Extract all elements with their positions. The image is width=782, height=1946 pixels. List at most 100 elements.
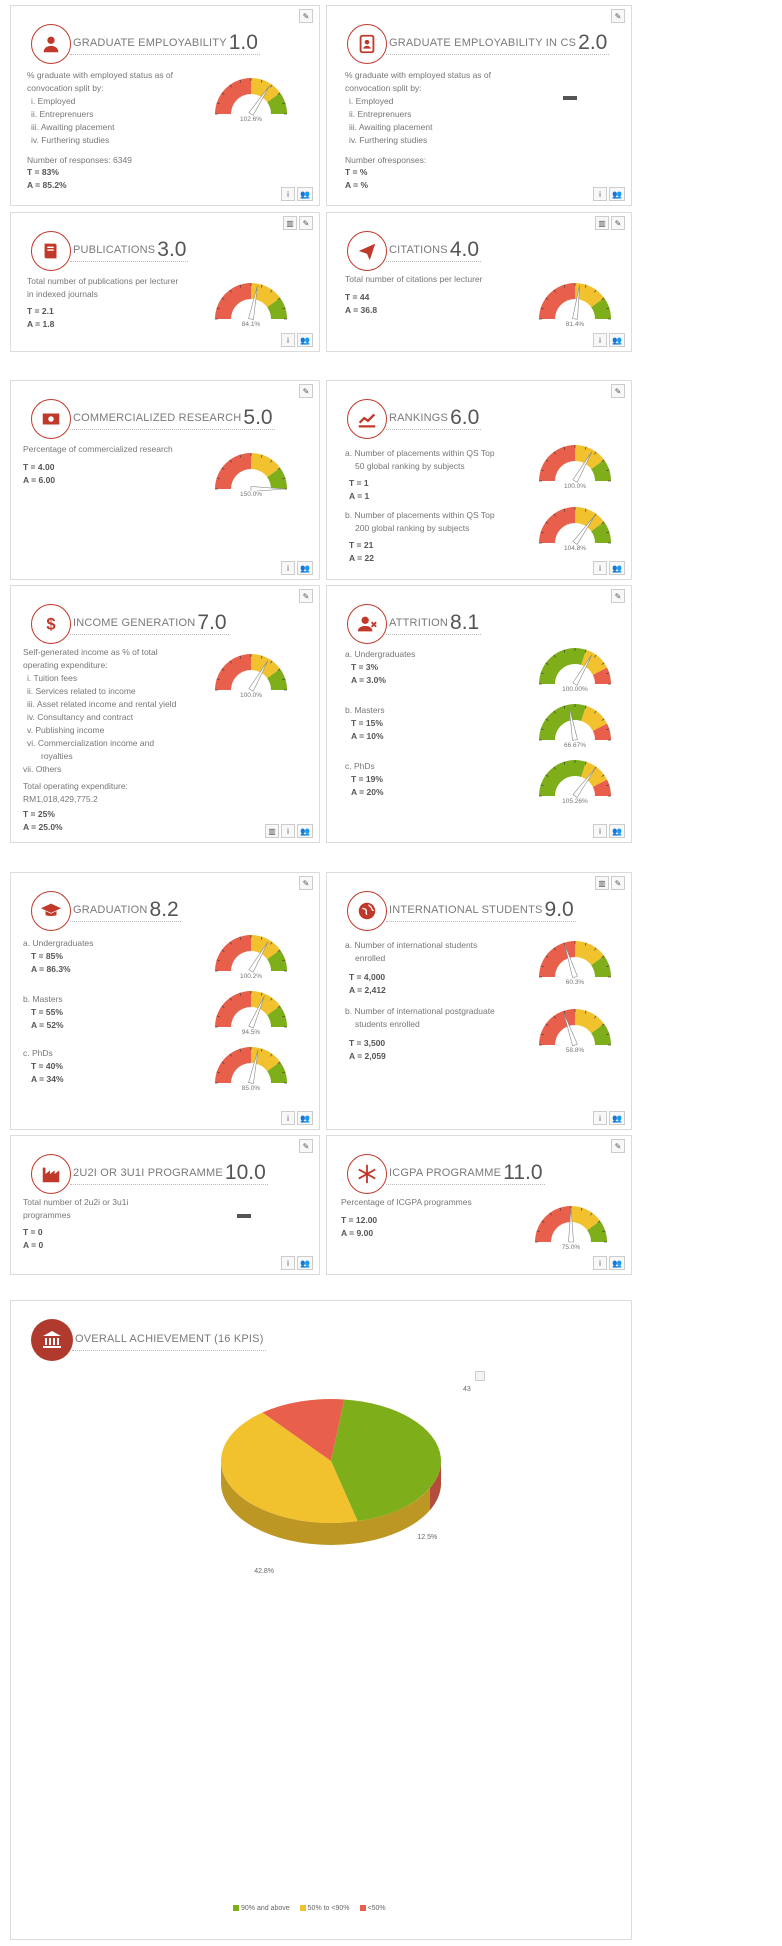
edit-button[interactable]: ✎: [611, 1139, 625, 1153]
people-button[interactable]: 👥: [297, 333, 313, 347]
pie-label: 12.5%: [417, 1534, 437, 1541]
kpi-description: Total number of 2u2i or 3u1i programmes: [23, 1197, 129, 1220]
people-button[interactable]: 👥: [297, 1111, 313, 1125]
target-actual: T = 40% A = 34%: [31, 1061, 64, 1084]
people-button[interactable]: 👥: [609, 824, 625, 838]
kpi-description: Percentage of ICGPA programmes: [341, 1197, 472, 1207]
target-actual: T = 2.1 A = 1.8: [27, 306, 55, 329]
gauge: 100.2%: [213, 933, 289, 985]
edit-button[interactable]: ✎: [299, 384, 313, 398]
sub-label: b. Masters: [23, 994, 63, 1004]
gauge-band: [539, 445, 575, 481]
overall-header: OVERALL ACHIEVEMENT (16 KPIs): [31, 1319, 266, 1361]
info-button[interactable]: i: [281, 1256, 296, 1270]
gauge-band: [539, 507, 575, 543]
kpi-number: 9.0: [544, 897, 574, 921]
info-button[interactable]: i: [593, 1111, 608, 1125]
card-title: PUBLICATIONS: [73, 243, 156, 256]
edit-button[interactable]: ✎: [611, 589, 625, 603]
edit-button[interactable]: ✎: [611, 9, 625, 23]
dollar-icon: $: [31, 604, 71, 644]
card-title: GRADUATE EMPLOYABILITY IN CS: [389, 36, 577, 49]
gauge: 102.6%: [213, 76, 289, 128]
chart-button[interactable]: ▥: [595, 216, 609, 230]
card-header: $ INCOME GENERATION7.0: [31, 604, 229, 644]
card-header: PUBLICATIONS3.0: [31, 231, 189, 271]
kpi-description: Total number of publications per lecture…: [27, 276, 179, 299]
sub-label: b. Masters: [345, 705, 385, 715]
kpi-number: 4.0: [449, 237, 480, 261]
edit-button[interactable]: ✎: [611, 216, 625, 230]
gauge-band: [539, 704, 587, 740]
kpi-number: 3.0: [157, 237, 187, 261]
info-button[interactable]: i: [593, 187, 608, 201]
edit-button[interactable]: ✎: [299, 876, 313, 890]
kpi-card-attrition: ATTRITION8.1 a. Undergraduates T = 3% A =…: [326, 585, 632, 843]
legend-item[interactable]: <50%: [359, 1905, 386, 1912]
edit-button[interactable]: ✎: [611, 384, 625, 398]
info-button[interactable]: i: [593, 561, 608, 575]
money-icon: [31, 399, 71, 439]
info-button[interactable]: i: [281, 187, 296, 201]
kpi-number: 1.0: [228, 30, 258, 54]
card-header: ICGPA PROGRAMME11.0: [347, 1154, 545, 1194]
card-header: INTERNATIONAL STUDENTS9.0: [347, 891, 576, 931]
people-button[interactable]: 👥: [297, 561, 313, 575]
legend-item[interactable]: 50% to <90%: [299, 1905, 350, 1912]
edit-button[interactable]: ✎: [299, 9, 313, 23]
info-button[interactable]: i: [281, 561, 296, 575]
info-button[interactable]: i: [281, 824, 296, 838]
people-button[interactable]: 👥: [609, 1111, 625, 1125]
people-button[interactable]: 👥: [297, 824, 313, 838]
info-button[interactable]: i: [593, 824, 608, 838]
chart-legend: 90% and above 50% to <90% <50%: [233, 1905, 386, 1912]
pie-label: 43.8%: [463, 1386, 471, 1393]
info-button[interactable]: i: [593, 333, 608, 347]
gauge: 150.0%: [213, 451, 289, 503]
chart-menu-button[interactable]: [475, 1371, 485, 1381]
people-button[interactable]: 👥: [609, 561, 625, 575]
edit-button[interactable]: ✎: [299, 216, 313, 230]
info-button[interactable]: i: [281, 1111, 296, 1125]
people-button[interactable]: 👥: [609, 1256, 625, 1270]
card-header: GRADUATE EMPLOYABILITY1.0: [31, 24, 260, 64]
mortarboard-icon: [31, 891, 71, 931]
gauge-band: [539, 283, 575, 319]
people-button[interactable]: 👥: [297, 187, 313, 201]
edit-button[interactable]: ✎: [611, 876, 625, 890]
gauge-band: [215, 283, 251, 319]
target-actual: T = 3% A = 3.0%: [351, 662, 386, 685]
info-button[interactable]: i: [593, 1256, 608, 1270]
kpi-number: 10.0: [224, 1160, 266, 1184]
kpi-number: 11.0: [503, 1160, 543, 1184]
gauge: 58.8%: [537, 1007, 613, 1059]
people-button[interactable]: 👥: [609, 333, 625, 347]
kpi-description: Percentage of commercialized research: [23, 444, 173, 454]
gauge: 75.0%: [533, 1204, 609, 1256]
overall-title: OVERALL ACHIEVEMENT (16 KPIs): [75, 1332, 264, 1345]
card-header: GRADUATE EMPLOYABILITY IN CS2.0: [347, 24, 610, 64]
kpi-number: 7.0: [197, 610, 227, 634]
kpi-card-2u2i-programme: 2u2i OR 3u1i PROGRAMME10.0 Total number …: [10, 1135, 320, 1275]
legend-item[interactable]: 90% and above: [233, 1905, 290, 1912]
chart-button[interactable]: ▥: [265, 824, 280, 838]
edit-button[interactable]: ✎: [299, 589, 313, 603]
people-button[interactable]: 👥: [297, 1256, 313, 1270]
card-title: GRADUATE EMPLOYABILITY: [73, 36, 227, 49]
people-button[interactable]: 👥: [609, 187, 625, 201]
gauge: 60.3%: [537, 939, 613, 991]
gauge-band: [535, 1206, 571, 1242]
chart-button[interactable]: ▥: [283, 216, 297, 230]
sub-label: c. PhDs: [345, 761, 375, 771]
edit-button[interactable]: ✎: [299, 1139, 313, 1153]
info-button[interactable]: i: [281, 333, 296, 347]
kpi-number: 8.1: [450, 610, 480, 634]
gauge: 105.26%: [537, 758, 613, 810]
paper-plane-icon: [347, 231, 387, 271]
card-title: INTERNATIONAL STUDENTS: [389, 903, 543, 916]
kpi-description: a. Number of placements within QS Top 50 …: [345, 448, 495, 471]
chart-button[interactable]: ▥: [595, 876, 609, 890]
book-icon: [31, 231, 71, 271]
kpi-number: 2.0: [578, 30, 608, 54]
target-actual-b: T = 21 A = 22: [349, 540, 374, 563]
